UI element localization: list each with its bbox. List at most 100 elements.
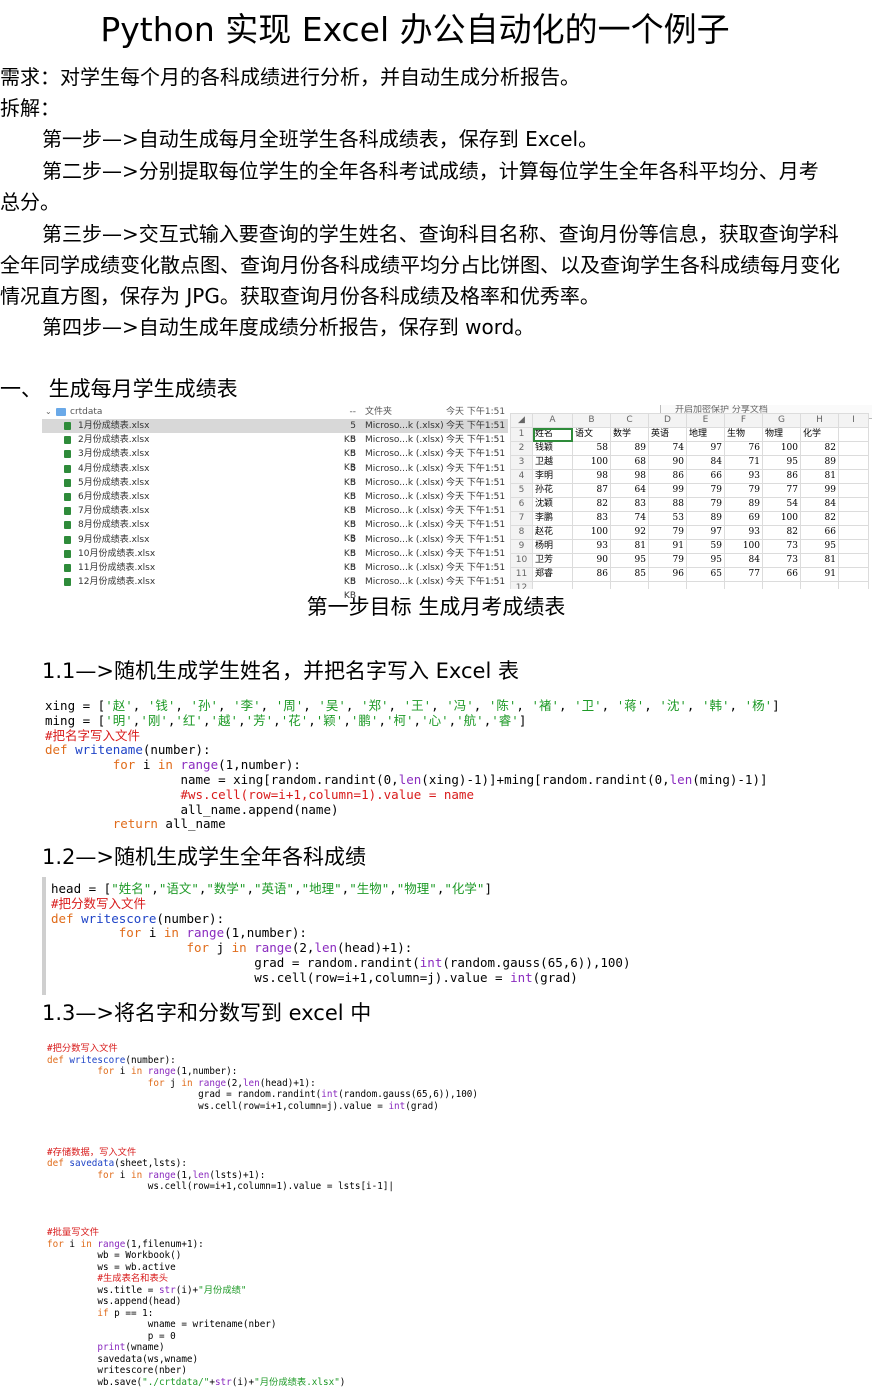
table-cell[interactable]: 81 xyxy=(800,553,839,568)
row-number[interactable]: 7 xyxy=(510,511,533,526)
table-cell[interactable] xyxy=(838,539,869,554)
table-cell[interactable] xyxy=(800,581,839,589)
table-cell[interactable]: 99 xyxy=(648,483,687,498)
table-cell[interactable]: 卫芳 xyxy=(532,553,573,568)
table-cell[interactable] xyxy=(686,581,725,589)
table-cell[interactable]: 79 xyxy=(686,483,725,498)
file-row[interactable]: 2月份成绩表.xlsx 5 KB Microso...k (.xlsx) 今天 下午1… xyxy=(42,433,508,459)
table-cell[interactable]: 82 xyxy=(800,511,839,526)
table-cell[interactable]: 84 xyxy=(800,497,839,512)
file-row[interactable]: 1月份成绩表.xlsx 5 KB Microso...k (.xlsx) 今天 下午1… xyxy=(42,419,508,445)
table-cell[interactable]: 73 xyxy=(762,553,801,568)
table-cell[interactable] xyxy=(572,581,611,589)
table-cell[interactable]: 89 xyxy=(800,455,839,470)
table-cell[interactable] xyxy=(838,455,869,470)
table-cell[interactable]: 语文 xyxy=(572,427,611,442)
table-cell[interactable]: 卫越 xyxy=(532,455,573,470)
file-row[interactable]: 11月份成绩表.xlsx 5 KB Microso...k (.xlsx) 今天 下午… xyxy=(42,561,508,587)
table-cell[interactable]: 91 xyxy=(648,539,687,554)
table-cell[interactable]: 90 xyxy=(572,553,611,568)
column-letter[interactable]: G xyxy=(762,413,801,428)
row-number[interactable]: 4 xyxy=(510,469,533,484)
row-number[interactable]: 12 xyxy=(510,581,533,589)
table-cell[interactable] xyxy=(838,427,869,442)
table-cell[interactable] xyxy=(838,525,869,540)
file-row[interactable]: 10月份成绩表.xlsx 5 KB Microso...k (.xlsx) 今天 下午… xyxy=(42,547,508,573)
table-cell[interactable]: 84 xyxy=(724,553,763,568)
table-cell[interactable]: 沈颖 xyxy=(532,497,573,512)
table-cell[interactable] xyxy=(762,581,801,589)
table-cell[interactable]: 53 xyxy=(648,511,687,526)
table-cell[interactable]: 91 xyxy=(800,567,839,582)
row-number[interactable]: 10 xyxy=(510,553,533,568)
table-cell[interactable] xyxy=(532,581,573,589)
table-cell[interactable]: 66 xyxy=(762,567,801,582)
table-cell[interactable]: 生物 xyxy=(724,427,763,442)
table-cell[interactable]: 95 xyxy=(800,539,839,554)
table-cell[interactable]: 84 xyxy=(686,455,725,470)
table-cell[interactable]: 92 xyxy=(610,525,649,540)
table-cell[interactable]: 100 xyxy=(762,441,801,456)
column-letter[interactable]: H xyxy=(800,413,839,428)
folder-row[interactable]: ⌄ crtdata -- 文件夹 今天 下午1:51 xyxy=(42,405,508,419)
table-cell[interactable]: 81 xyxy=(610,539,649,554)
table-cell[interactable]: 76 xyxy=(724,441,763,456)
table-cell[interactable] xyxy=(838,441,869,456)
table-cell[interactable]: 孙花 xyxy=(532,483,573,498)
table-cell[interactable]: 100 xyxy=(762,511,801,526)
table-cell[interactable]: 李明 xyxy=(532,469,573,484)
table-cell[interactable]: 79 xyxy=(724,483,763,498)
table-cell[interactable] xyxy=(838,567,869,582)
column-letter[interactable]: C xyxy=(610,413,649,428)
row-number[interactable]: 2 xyxy=(510,441,533,456)
table-cell[interactable] xyxy=(838,469,869,484)
column-letter[interactable]: D xyxy=(648,413,687,428)
table-cell[interactable]: 82 xyxy=(800,441,839,456)
table-cell[interactable]: 68 xyxy=(610,455,649,470)
table-cell[interactable]: 地理 xyxy=(686,427,725,442)
column-letter[interactable]: I xyxy=(838,413,869,428)
table-cell[interactable]: 姓名 xyxy=(532,427,573,442)
table-cell[interactable]: 95 xyxy=(762,455,801,470)
table-cell[interactable]: 物理 xyxy=(762,427,801,442)
table-cell[interactable]: 杨明 xyxy=(532,539,573,554)
table-cell[interactable]: 85 xyxy=(610,567,649,582)
table-cell[interactable]: 83 xyxy=(610,497,649,512)
table-cell[interactable]: 95 xyxy=(686,553,725,568)
table-cell[interactable]: 69 xyxy=(724,511,763,526)
table-cell[interactable] xyxy=(610,581,649,589)
table-cell[interactable]: 79 xyxy=(648,553,687,568)
table-cell[interactable]: 77 xyxy=(762,483,801,498)
table-cell[interactable]: 李鹏 xyxy=(532,511,573,526)
table-cell[interactable] xyxy=(838,581,869,589)
table-cell[interactable]: 86 xyxy=(648,469,687,484)
table-cell[interactable]: 54 xyxy=(762,497,801,512)
table-cell[interactable]: 81 xyxy=(800,469,839,484)
table-cell[interactable]: 79 xyxy=(648,525,687,540)
table-cell[interactable]: 89 xyxy=(610,441,649,456)
chevron-down-icon[interactable]: ⌄ xyxy=(45,405,52,419)
table-cell[interactable]: 89 xyxy=(686,511,725,526)
table-cell[interactable]: 73 xyxy=(762,539,801,554)
table-cell[interactable]: 95 xyxy=(610,553,649,568)
table-cell[interactable]: 71 xyxy=(724,455,763,470)
table-cell[interactable]: 83 xyxy=(572,511,611,526)
row-number[interactable]: 3 xyxy=(510,455,533,470)
table-cell[interactable]: 钱颖 xyxy=(532,441,573,456)
table-cell[interactable]: 64 xyxy=(610,483,649,498)
table-cell[interactable] xyxy=(724,581,763,589)
table-cell[interactable]: 86 xyxy=(762,469,801,484)
table-cell[interactable]: 英语 xyxy=(648,427,687,442)
table-cell[interactable]: 100 xyxy=(572,525,611,540)
column-letter[interactable]: E xyxy=(686,413,725,428)
file-row[interactable]: 5月份成绩表.xlsx 5 KB Microso...k (.xlsx) 今天 下午1… xyxy=(42,476,508,502)
table-cell[interactable]: 赵花 xyxy=(532,525,573,540)
file-row[interactable]: 9月份成绩表.xlsx 5 KB Microso...k (.xlsx) 今天 下午1… xyxy=(42,533,508,559)
table-cell[interactable]: 90 xyxy=(648,455,687,470)
table-cell[interactable]: 99 xyxy=(800,483,839,498)
table-cell[interactable]: 郑睿 xyxy=(532,567,573,582)
row-number[interactable]: 6 xyxy=(510,497,533,512)
table-cell[interactable]: 100 xyxy=(724,539,763,554)
column-letter[interactable]: F xyxy=(724,413,763,428)
file-row[interactable]: 12月份成绩表.xlsx 5 KB Microso...k (.xlsx) 今天 下午… xyxy=(42,575,508,601)
